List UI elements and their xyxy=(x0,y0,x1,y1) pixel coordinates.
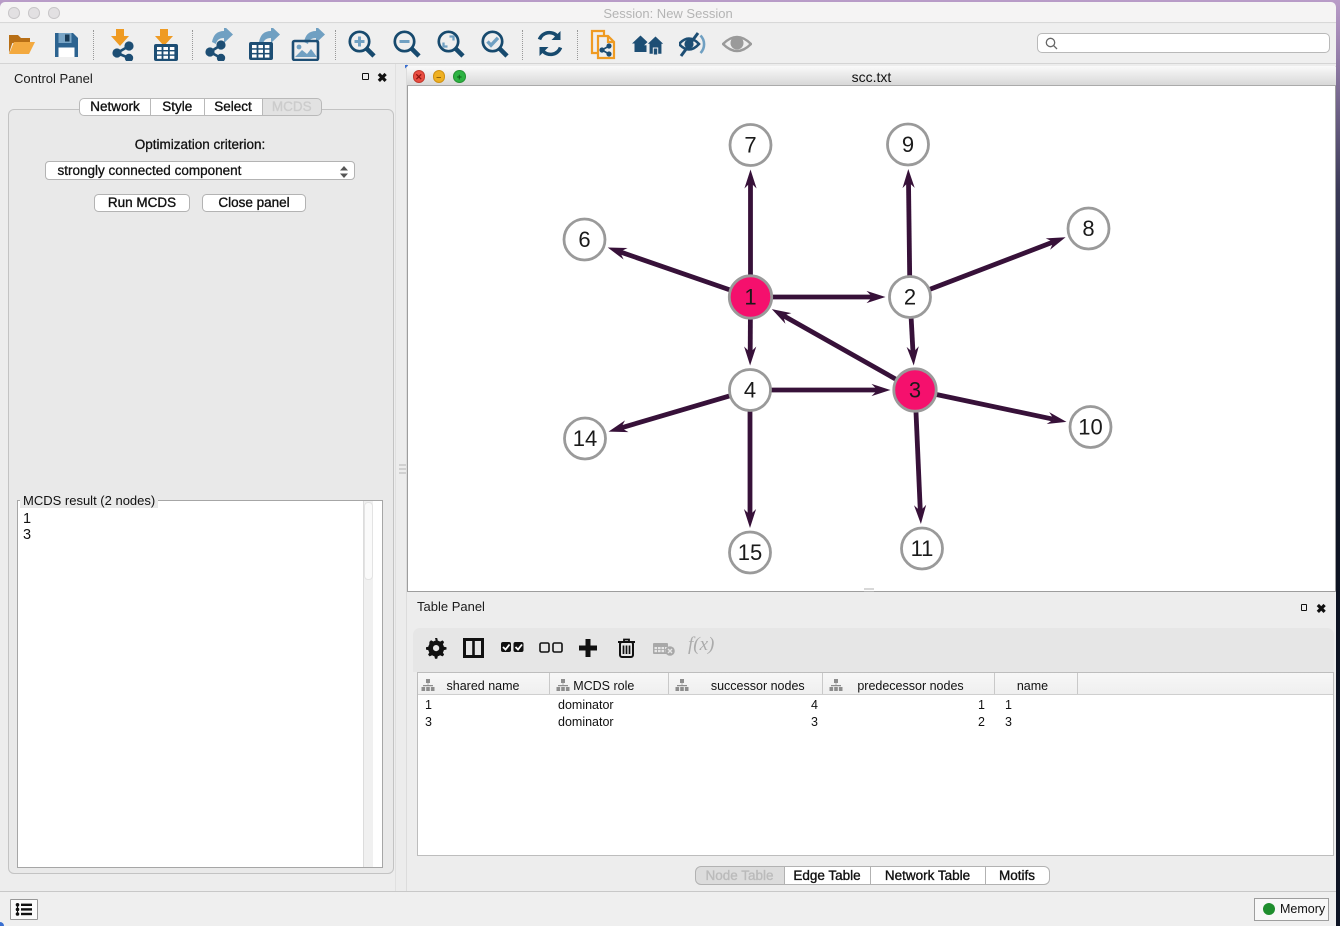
svg-text:11: 11 xyxy=(911,536,934,561)
svg-text:15: 15 xyxy=(738,540,762,565)
svg-text:3: 3 xyxy=(909,378,921,403)
svg-text:14: 14 xyxy=(573,426,597,451)
svg-text:8: 8 xyxy=(1082,216,1094,241)
svg-text:9: 9 xyxy=(902,132,914,157)
svg-text:4: 4 xyxy=(744,378,756,403)
svg-text:1: 1 xyxy=(744,285,756,310)
svg-text:7: 7 xyxy=(744,133,756,158)
svg-text:10: 10 xyxy=(1078,415,1102,440)
svg-text:6: 6 xyxy=(578,227,590,252)
svg-text:2: 2 xyxy=(904,285,916,310)
